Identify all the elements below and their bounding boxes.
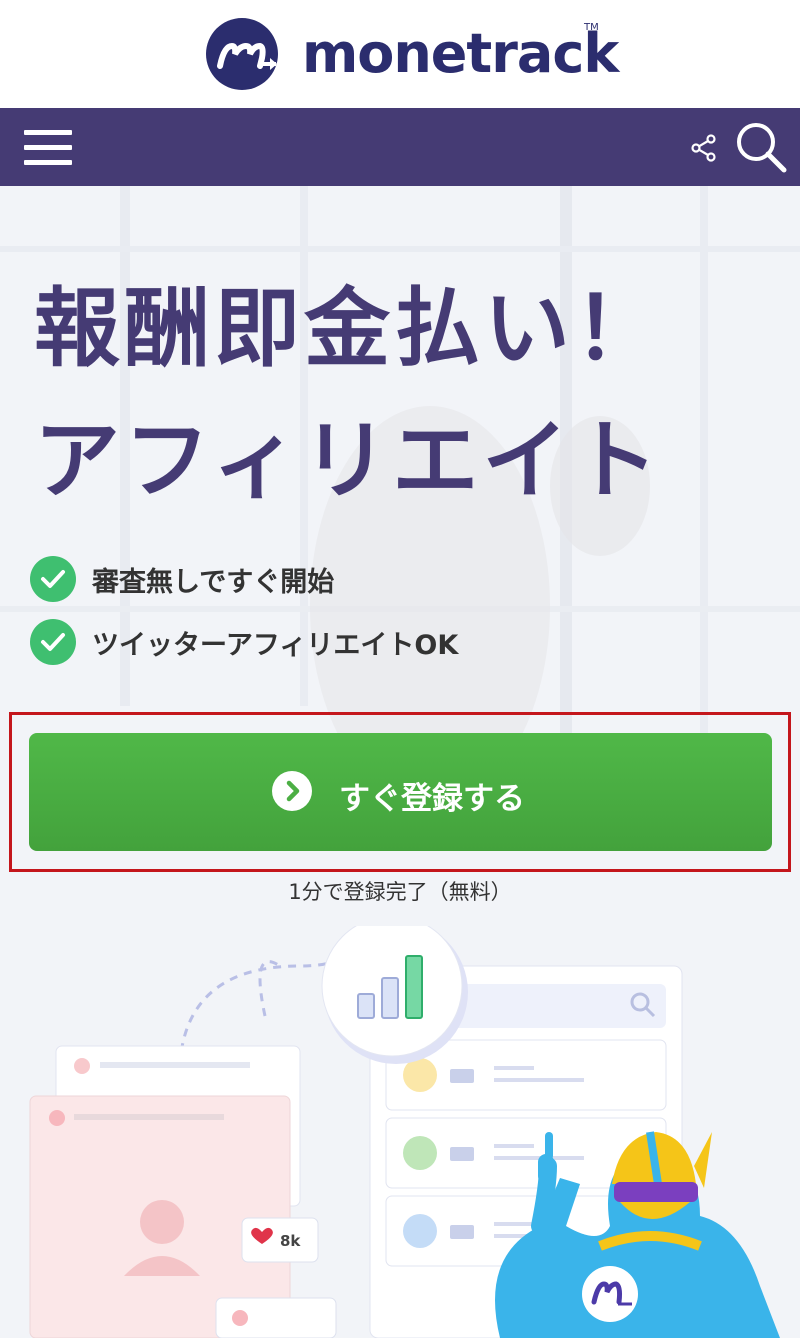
logo-mark-icon: [206, 18, 278, 90]
hamburger-icon[interactable]: [24, 128, 72, 166]
dashboard-illustration: 8k: [29, 926, 780, 1338]
top-nav-bar: [0, 108, 800, 186]
feature-no-review: 審査無しですぐ開始: [92, 567, 335, 598]
chevron-right-icon: [272, 771, 312, 811]
search-icon[interactable]: [734, 120, 788, 174]
registration-note: 1分で登録完了（無料）: [288, 880, 512, 904]
feature-twitter-affiliate: ツイッターアフィリエイトOK: [92, 630, 459, 661]
check-icon: [30, 619, 76, 665]
register-now-button[interactable]: すぐ登録する: [29, 733, 772, 851]
brand-name: monetrack: [302, 22, 619, 85]
trademark-mark: TM: [584, 22, 599, 33]
check-icon: [30, 556, 76, 602]
brand-header: monetrack TM: [0, 0, 800, 108]
hero-section: 報酬即金払い！ アフィリエイト 審査無しですぐ開始 ツイッターアフィリエイトOK…: [0, 186, 800, 1338]
monetrack-logo[interactable]: monetrack TM: [206, 16, 619, 92]
share-icon[interactable]: [690, 134, 718, 162]
likes-count-badge: 8k: [280, 1232, 301, 1250]
register-now-label: すぐ登録する: [339, 781, 525, 817]
headline-line-1: 報酬即金払い！: [34, 279, 664, 379]
headline-line-2: アフィリエイト: [34, 411, 663, 511]
